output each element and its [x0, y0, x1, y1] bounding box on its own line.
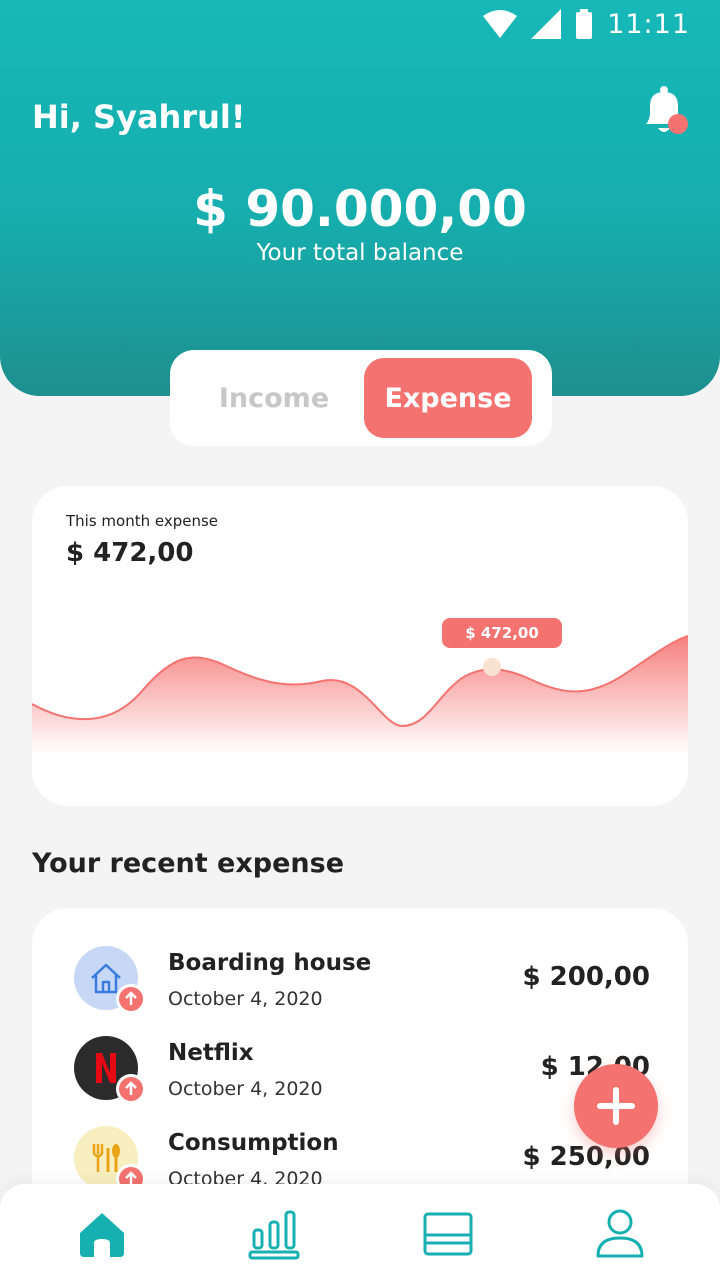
profile-icon	[596, 1209, 644, 1258]
expense-area	[32, 636, 688, 754]
greeting-text: Hi, Syahrul!	[32, 98, 246, 136]
nav-cards[interactable]	[418, 1204, 478, 1264]
item-date: October 4, 2020	[168, 1078, 323, 1100]
tab-income[interactable]: Income	[190, 358, 358, 438]
total-balance-label: Your total balance	[256, 240, 464, 266]
item-date: October 4, 2020	[168, 988, 323, 1010]
nav-statistics[interactable]	[244, 1204, 304, 1264]
signal-icon	[531, 9, 562, 39]
card-icon	[423, 1212, 473, 1256]
bell-icon	[646, 86, 688, 134]
item-name: Boarding house	[168, 950, 372, 976]
expense-area-chart	[32, 635, 688, 754]
bar-chart-icon	[248, 1210, 300, 1260]
chart-label: This month expense	[66, 512, 219, 530]
total-balance-amount: $ 90.000,00	[193, 180, 527, 238]
plus-icon	[597, 1087, 635, 1125]
highlight-point[interactable]	[483, 658, 501, 676]
recent-expense-title: Your recent expense	[32, 848, 345, 879]
item-amount: $ 200,00	[522, 962, 650, 992]
arrow-up-icon	[116, 1074, 146, 1104]
list-item[interactable]: Boarding house October 4, 2020 $ 200,00	[32, 946, 688, 1036]
chart-tooltip: $ 472,00	[442, 618, 562, 648]
nav-home[interactable]	[72, 1204, 132, 1264]
chart-value: $ 472,00	[66, 538, 194, 568]
income-expense-toggle: Income Expense	[170, 350, 552, 446]
wifi-icon	[483, 10, 518, 38]
item-name: Netflix	[168, 1040, 254, 1066]
item-name: Consumption	[168, 1130, 339, 1156]
item-amount: $ 250,00	[522, 1142, 650, 1172]
nav-profile[interactable]	[590, 1204, 650, 1264]
home-icon	[80, 1213, 124, 1257]
status-bar: 11:11	[483, 6, 690, 42]
arrow-up-icon	[116, 984, 146, 1014]
add-expense-button[interactable]	[574, 1064, 658, 1148]
notification-button[interactable]	[640, 84, 692, 140]
bottom-nav	[0, 1184, 720, 1280]
tab-expense[interactable]: Expense	[364, 358, 532, 438]
battery-icon	[576, 9, 593, 39]
monthly-expense-card: This month expense $ 472,00 $ 472,00	[32, 486, 688, 806]
header: 11:11 Hi, Syahrul! $ 90.000,00 Your tota…	[0, 0, 720, 396]
status-time: 11:11	[607, 8, 690, 40]
